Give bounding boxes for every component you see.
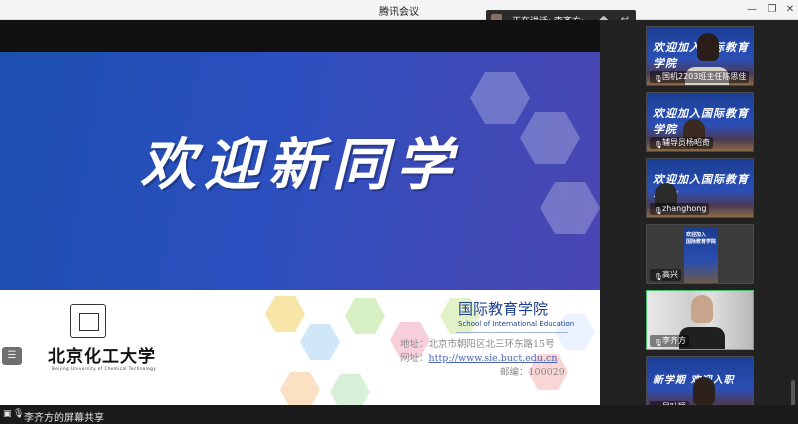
participant-tile[interactable]: 欢迎加入国际教育学院 🎙 辅导员杨昭奇 xyxy=(646,92,754,152)
participant-tile[interactable]: 欢迎加入国际教育学院 🎙zhanghong xyxy=(646,158,754,218)
window-title: 腾讯会议 xyxy=(379,7,419,18)
decor-hex xyxy=(265,296,305,332)
close-icon[interactable]: ✕ xyxy=(783,3,797,17)
decor-hex xyxy=(470,72,530,124)
screen-share-label: 李齐方的屏幕共享 xyxy=(24,413,104,424)
school-name-en: School of International Education xyxy=(458,320,575,328)
participant-head xyxy=(697,33,719,61)
mic-icon: 🎙 xyxy=(654,339,663,347)
mic-icon: 🎙 xyxy=(13,409,25,419)
university-name-cn: 北京化工大学 xyxy=(48,347,156,367)
decor-hex xyxy=(300,324,340,360)
participant-name: 🎙 辅导员杨昭奇 xyxy=(650,137,713,149)
website-line: 网址：http://www.sie.buct.edu.cn xyxy=(400,350,557,364)
university-name-en: Beijing University of Chemical Technolog… xyxy=(52,366,157,371)
participant-head xyxy=(693,377,715,405)
participant-panel: 欢迎加入国际教育学院 🎙 国机2203班主任陈思佳 欢迎加入国际教育学院 🎙 辅导员… xyxy=(600,20,798,416)
participant-tile-active[interactable]: 🎙 李齐方 xyxy=(646,290,754,350)
participant-name: 🎙 李齐方 xyxy=(650,335,689,347)
university-emblem xyxy=(70,304,106,338)
restore-icon[interactable]: ❐ xyxy=(765,3,779,17)
title-bar: 腾讯会议 — ❐ ✕ xyxy=(0,0,798,20)
participant-name: 🎙 国机2203班主任陈思佳 xyxy=(650,71,750,83)
toolbar-toggle-button[interactable]: ☰ xyxy=(2,347,22,365)
greeting-headline: 欢迎新同学 xyxy=(140,132,460,198)
status-bar: ▣ 🎙 李齐方的屏幕共享 xyxy=(0,405,798,424)
background-banner: 欢迎加入国际教育学院 xyxy=(686,232,717,245)
participant-tile[interactable]: 欢迎加入国际教育学院 🎙 国机2203班主任陈思佳 xyxy=(646,26,754,86)
divider xyxy=(456,332,568,333)
decor-hex xyxy=(280,372,320,408)
participant-name: 🎙 高兴 xyxy=(650,269,681,281)
meeting-window: 腾讯会议 — ❐ ✕ 正在讲话: 李齐方; ◢◣ ↩ 欢迎新同学 xyxy=(0,0,798,424)
decor-hex xyxy=(345,298,385,334)
minimize-icon[interactable]: — xyxy=(745,3,759,17)
postcode-line: 邮编：100029 xyxy=(500,367,565,378)
participant-head xyxy=(691,295,713,323)
slide-banner: 欢迎新同学 xyxy=(0,52,600,290)
mic-off-icon: 🎙 xyxy=(654,207,663,215)
screen-share-icon: ▣ xyxy=(3,409,12,419)
participant-name: 🎙 zhanghong xyxy=(650,203,710,215)
website-label: 网址： xyxy=(400,353,429,364)
participant-tile[interactable]: 欢迎加入 国际教育学院 🎙 高兴 xyxy=(646,224,754,284)
address-line: 地址：北京市朝阳区北三环东路15号 xyxy=(400,339,555,350)
website-link[interactable]: http://www.sie.buct.edu.cn xyxy=(429,353,558,364)
decor-hex xyxy=(330,374,370,409)
presentation-slide: 欢迎新同学 北京化工大学 Beijing University of Chemi… xyxy=(0,52,600,409)
slide-footer: 北京化工大学 Beijing University of Chemical Te… xyxy=(0,294,600,409)
school-name-cn: 国际教育学院 xyxy=(458,300,549,318)
shared-screen: 欢迎新同学 北京化工大学 Beijing University of Chemi… xyxy=(0,20,600,409)
mic-off-icon: 🎙 xyxy=(654,141,663,149)
mic-off-icon: 🎙 xyxy=(654,75,663,83)
mic-off-icon: 🎙 xyxy=(654,273,663,281)
